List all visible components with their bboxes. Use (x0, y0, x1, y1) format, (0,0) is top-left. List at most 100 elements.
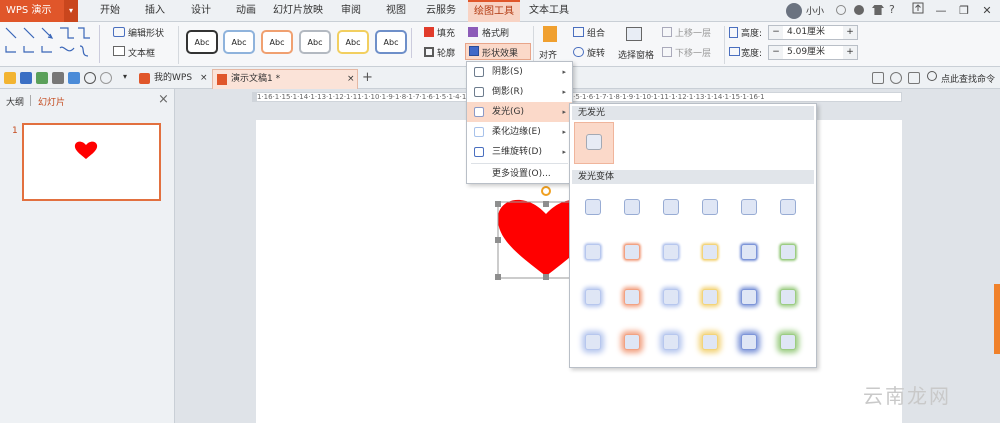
glow-variant-swatch[interactable] (741, 244, 757, 260)
tab-my-wps-close-icon[interactable]: × (200, 69, 208, 87)
edit-shape-button[interactable]: 编辑形状 (128, 26, 164, 39)
tab-my-wps[interactable]: 我的WPS × (136, 69, 210, 89)
selection-handle[interactable] (495, 201, 501, 207)
tab-drawing-tools[interactable]: 绘图工具 (468, 0, 520, 22)
glow-variant-swatch[interactable] (741, 199, 757, 215)
glow-variant-swatch[interactable] (663, 334, 679, 350)
shape-style-4[interactable]: Abc (299, 30, 331, 54)
settings-gear-icon[interactable] (854, 5, 864, 15)
bring-forward-button[interactable]: 上移一层 (675, 26, 711, 39)
height-decrease-button[interactable]: − (769, 26, 783, 39)
app-menu-button[interactable]: WPS 演示 ▾ (0, 0, 78, 22)
glow-variant-swatch[interactable] (585, 244, 601, 260)
glow-variant-swatch[interactable] (663, 199, 679, 215)
glow-variant-swatch[interactable] (624, 334, 640, 350)
rotate-handle[interactable] (541, 186, 551, 196)
height-stepper[interactable]: − 4.01厘米 + (768, 25, 858, 40)
width-decrease-button[interactable]: − (769, 46, 783, 59)
glow-variant-swatch[interactable] (780, 244, 796, 260)
glow-variant-swatch[interactable] (741, 289, 757, 305)
collapse-ribbon-icon[interactable] (908, 72, 920, 84)
tab-outline[interactable]: 大纲 (6, 95, 24, 108)
tab-insert[interactable]: 插入 (140, 0, 170, 22)
menu-item-soft-edges[interactable]: 柔化边缘(E) ▸ (467, 122, 572, 142)
redo-icon[interactable] (100, 72, 112, 84)
undo-icon[interactable] (84, 72, 96, 84)
user-avatar[interactable] (786, 3, 802, 19)
shape-style-5[interactable]: Abc (337, 30, 369, 54)
shape-gallery[interactable] (4, 24, 96, 65)
horizontal-ruler[interactable]: 1·16·1·15·1·14·1·13·1·12·1·11·1·10·1·9·1… (256, 92, 902, 102)
shape-style-1[interactable]: Abc (186, 30, 218, 54)
glow-variant-swatch[interactable] (702, 244, 718, 260)
shape-style-2[interactable]: Abc (223, 30, 255, 54)
selection-handle[interactable] (495, 274, 501, 280)
glow-variant-swatch[interactable] (585, 289, 601, 305)
skin-shirt-icon[interactable] (872, 5, 884, 15)
group-button[interactable]: 组合 (587, 26, 605, 39)
glow-variant-swatch[interactable] (624, 244, 640, 260)
command-search-input[interactable]: 点此查找命令 (941, 72, 995, 85)
select-pane-button[interactable]: 选择窗格 (618, 48, 654, 61)
shape-style-6[interactable]: Abc (375, 30, 407, 54)
glow-variant-swatch[interactable] (702, 289, 718, 305)
shape-gallery-scroll[interactable] (99, 25, 107, 63)
restore-button[interactable]: ❐ (954, 2, 974, 19)
slide-thumbnail[interactable] (22, 123, 161, 201)
glow-variant-swatch[interactable] (624, 199, 640, 215)
send-backward-button[interactable]: 下移一层 (675, 46, 711, 59)
tab-slideshow[interactable]: 幻灯片放映 (272, 0, 324, 22)
ruler-indent-marker[interactable] (252, 92, 256, 102)
menu-item-glow[interactable]: 发光(G) ▸ (467, 102, 572, 122)
skin-icon[interactable] (890, 72, 902, 84)
tab-animation[interactable]: 动画 (231, 0, 261, 22)
format-painter-button[interactable]: 格式刷 (482, 26, 509, 39)
preview-icon[interactable] (68, 72, 80, 84)
width-stepper[interactable]: − 5.09厘米 + (768, 45, 858, 60)
tab-document-close-icon[interactable]: × (347, 70, 355, 88)
rotate-button[interactable]: 旋转 (587, 46, 605, 59)
outline-button[interactable]: 轮廓 (437, 46, 455, 59)
tab-design[interactable]: 设计 (186, 0, 216, 22)
width-increase-button[interactable]: + (843, 46, 857, 59)
toolbar-more-chevron-icon[interactable]: ▾ (123, 72, 127, 81)
upload-icon[interactable] (908, 2, 928, 19)
export-icon[interactable] (36, 72, 48, 84)
selection-handle[interactable] (543, 201, 549, 207)
close-panel-icon[interactable]: × (158, 92, 169, 107)
glow-variant-swatch[interactable] (780, 199, 796, 215)
height-increase-button[interactable]: + (843, 26, 857, 39)
close-window-button[interactable]: ✕ (977, 2, 997, 19)
tab-document[interactable]: 演示文稿1 * × (212, 69, 358, 89)
tab-slides[interactable]: 幻灯片 (38, 95, 65, 108)
menu-item-shadow[interactable]: 阴影(S) ▸ (467, 62, 572, 82)
tab-view[interactable]: 视图 (382, 0, 410, 22)
print-icon[interactable] (52, 72, 64, 84)
tab-home[interactable]: 开始 (95, 0, 125, 22)
glow-variant-swatch[interactable] (663, 289, 679, 305)
glow-variant-swatch[interactable] (585, 199, 601, 215)
glow-variant-swatch[interactable] (780, 334, 796, 350)
style-gallery-more[interactable] (411, 28, 419, 58)
shape-style-3[interactable]: Abc (261, 30, 293, 54)
shape-effects-button[interactable]: 形状效果 (465, 43, 531, 60)
text-box-button[interactable]: 文本框 (128, 46, 155, 59)
open-icon[interactable] (4, 72, 16, 84)
right-panel-toggle[interactable] (994, 284, 1000, 354)
menu-item-reflection[interactable]: 倒影(R) ▸ (467, 82, 572, 102)
align-button[interactable]: 对齐 (539, 48, 557, 61)
fill-button[interactable]: 填充 (437, 26, 455, 39)
glow-variant-swatch[interactable] (663, 244, 679, 260)
glow-variant-swatch[interactable] (741, 334, 757, 350)
user-name[interactable]: 小小 (806, 4, 824, 17)
tab-review[interactable]: 审阅 (337, 0, 365, 22)
width-input[interactable]: 5.09厘米 (787, 46, 825, 59)
glow-variant-swatch[interactable] (585, 334, 601, 350)
selection-handle[interactable] (495, 237, 501, 243)
glow-variant-swatch[interactable] (702, 334, 718, 350)
help-icon[interactable]: ? (889, 3, 895, 16)
tab-text-tools[interactable]: 文本工具 (524, 0, 574, 22)
tool-icon[interactable] (872, 72, 884, 84)
no-glow-option[interactable] (574, 122, 614, 164)
new-tab-button[interactable]: + (362, 70, 373, 85)
